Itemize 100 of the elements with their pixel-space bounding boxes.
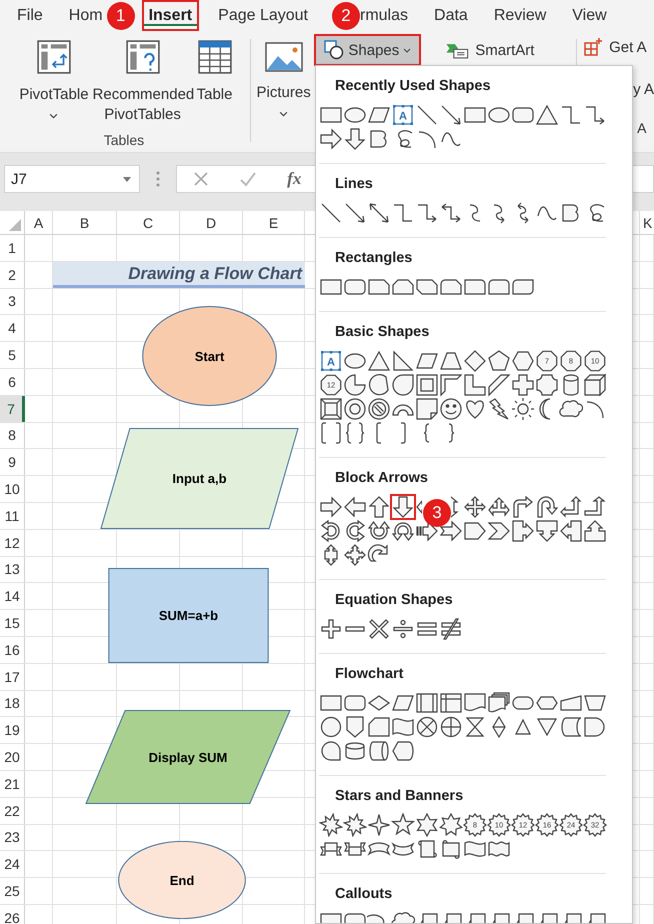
six-point-star-icon[interactable] <box>415 813 439 837</box>
name-box[interactable]: J7 <box>4 165 140 193</box>
bracket-pair-icon[interactable] <box>319 421 343 445</box>
brace-pair-icon[interactable] <box>343 421 367 445</box>
get-add-ins-label[interactable]: Get A <box>609 38 647 56</box>
delay-icon[interactable] <box>583 715 607 739</box>
right-triangle-icon[interactable] <box>391 349 415 373</box>
diamond-icon[interactable] <box>463 349 487 373</box>
u-turn-arrow-icon[interactable] <box>535 495 559 519</box>
explosion-icon[interactable] <box>343 813 367 837</box>
bent-arrow-icon[interactable] <box>511 495 535 519</box>
text-box-icon[interactable]: A <box>391 103 415 127</box>
triangle-icon[interactable] <box>367 349 391 373</box>
arrow-callout-icon[interactable] <box>559 519 583 543</box>
ribbon-button[interactable]: Pictures <box>252 31 314 152</box>
direct-access-storage-icon[interactable] <box>367 739 391 763</box>
down-arrow-icon[interactable] <box>343 127 367 151</box>
row-header[interactable]: 18 <box>0 690 25 716</box>
shapes-button[interactable]: Shapes <box>314 34 422 66</box>
lightning-icon[interactable] <box>487 397 511 421</box>
right-arrow-icon[interactable] <box>319 127 343 151</box>
quad-arrow-icon[interactable] <box>463 495 487 519</box>
four-point-star-icon[interactable] <box>367 813 391 837</box>
ribbon-tab[interactable]: Review <box>494 0 546 31</box>
row-header[interactable]: 13 <box>0 556 25 582</box>
notched-arrow-icon[interactable] <box>439 519 463 543</box>
left-up-arrow-icon[interactable] <box>559 495 583 519</box>
row-header[interactable]: 2 <box>0 262 25 288</box>
triangle-icon[interactable] <box>535 103 559 127</box>
arrow-callout-icon[interactable] <box>535 519 559 543</box>
divide-sign-icon[interactable] <box>391 617 415 641</box>
my-add-ins-label[interactable]: y A <box>633 81 654 98</box>
row-header[interactable]: 12 <box>0 530 25 556</box>
three-way-arrow-icon[interactable] <box>487 495 511 519</box>
collate-icon[interactable] <box>463 715 487 739</box>
quad-arrow-callout-icon[interactable] <box>343 543 367 567</box>
arrow-line-icon[interactable] <box>439 103 463 127</box>
row-header[interactable]: 11 <box>0 502 25 529</box>
sequential-storage-icon[interactable] <box>319 739 343 763</box>
row-header[interactable]: 7 <box>0 396 25 422</box>
row-header[interactable]: 20 <box>0 744 25 770</box>
explosion-icon[interactable] <box>319 813 343 837</box>
plus-icon[interactable] <box>511 373 535 397</box>
pentagon-icon[interactable] <box>487 349 511 373</box>
row-header[interactable]: 19 <box>0 717 25 744</box>
row-header[interactable]: 14 <box>0 583 25 610</box>
arrow-callout-icon[interactable] <box>583 519 607 543</box>
ribbon-tab[interactable]: Data <box>434 0 468 31</box>
row-header[interactable]: 24 <box>0 851 25 878</box>
row-header[interactable]: 25 <box>0 878 25 904</box>
multiply-sign-icon[interactable] <box>367 617 391 641</box>
ribbon-tab[interactable]: Hom <box>68 0 103 31</box>
column-header[interactable]: E <box>243 211 305 234</box>
bevel-icon[interactable] <box>319 397 343 421</box>
plus-sign-icon[interactable] <box>319 617 343 641</box>
smiley-icon[interactable] <box>439 397 463 421</box>
text-box-icon[interactable]: A <box>319 349 343 373</box>
cube-icon[interactable] <box>583 373 607 397</box>
card-icon[interactable] <box>367 715 391 739</box>
row-header[interactable]: 22 <box>0 798 25 824</box>
line-icon[interactable] <box>319 201 343 225</box>
or-symbol-icon[interactable] <box>439 715 463 739</box>
display-icon[interactable] <box>391 739 415 763</box>
row-header[interactable]: 9 <box>0 449 25 476</box>
row-header[interactable]: 1 <box>0 235 25 261</box>
teardrop-icon[interactable] <box>391 373 415 397</box>
ribbon-tab[interactable]: View <box>572 0 607 31</box>
hexagon-icon[interactable] <box>511 349 535 373</box>
row-header[interactable]: 3 <box>0 288 25 314</box>
smartart-button[interactable]: SmartArt <box>445 34 534 59</box>
donut-icon[interactable] <box>343 397 367 421</box>
arrow-callout-icon[interactable] <box>511 519 535 543</box>
ribbon-button[interactable]: Recommended PivotTables <box>90 31 195 125</box>
row-header[interactable]: 8 <box>0 422 25 448</box>
column-header[interactable]: D <box>180 211 243 234</box>
pie-icon[interactable] <box>343 373 367 397</box>
row-header[interactable]: 17 <box>0 664 25 690</box>
row-header[interactable]: 6 <box>0 368 25 395</box>
ribbon-button[interactable]: Table <box>194 31 235 125</box>
left-arrow-icon[interactable] <box>343 495 367 519</box>
frame-icon[interactable] <box>415 373 439 397</box>
half-frame-icon[interactable] <box>439 373 463 397</box>
row-header[interactable]: 15 <box>0 610 25 636</box>
column-header[interactable]: C <box>117 211 180 234</box>
star-icon[interactable] <box>391 813 415 837</box>
seven-point-star-icon[interactable] <box>439 813 463 837</box>
chord-icon[interactable] <box>367 373 391 397</box>
l-shape-icon[interactable] <box>463 373 487 397</box>
row-header[interactable]: 21 <box>0 770 25 797</box>
row-header[interactable]: 10 <box>0 476 25 502</box>
up-arrow-icon[interactable] <box>367 495 391 519</box>
sun-icon[interactable] <box>511 397 535 421</box>
line-icon[interactable] <box>415 103 439 127</box>
row-header[interactable]: 26 <box>0 904 25 924</box>
insert-function-button[interactable]: fx <box>287 169 302 189</box>
right-arrow-icon[interactable] <box>319 495 343 519</box>
ribbon-tab[interactable]: rmulas <box>360 0 408 31</box>
predefined-process-icon[interactable] <box>415 691 439 715</box>
ribbon-tab[interactable]: Page Layout <box>218 0 308 31</box>
ribbon-tab[interactable]: Insert <box>142 0 200 31</box>
